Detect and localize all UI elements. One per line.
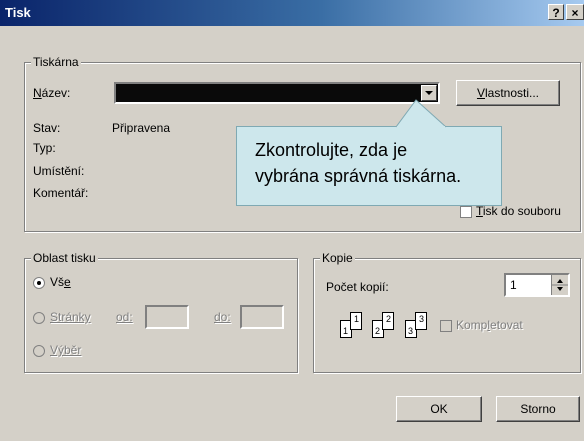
copies-count-label: Počet kopií: [326, 280, 389, 294]
spin-buttons[interactable] [551, 275, 568, 295]
window-title: Tisk [5, 5, 31, 20]
callout-pointer [396, 99, 447, 128]
printer-name-label: Název: [33, 86, 71, 100]
printer-name-dropdown[interactable] [114, 82, 440, 104]
spin-arrows-icon [552, 279, 568, 291]
help-button[interactable]: ? [548, 4, 564, 20]
all-pages-radio[interactable] [33, 277, 45, 289]
from-page-input[interactable] [145, 305, 189, 329]
to-label: do: [214, 310, 231, 324]
printer-group-label: Tiskárna [31, 55, 81, 69]
type-label: Typ: [33, 141, 56, 155]
print-to-file-checkbox[interactable] [460, 206, 472, 218]
status-label: Stav: [33, 121, 61, 135]
comment-label: Komentář: [33, 186, 89, 200]
ok-button[interactable]: OK [396, 396, 482, 422]
callout-line-2: vybrána správná tiskárna. [255, 166, 462, 186]
pages-radio[interactable] [33, 312, 45, 324]
from-label: od: [116, 310, 133, 324]
copies-count-value: 1 [510, 278, 517, 292]
collate-checkbox[interactable] [440, 320, 452, 332]
callout-line-1: Zkontrolujte, zda je [255, 140, 408, 160]
copies-count-stepper[interactable]: 1 [504, 273, 570, 297]
collate-label: Kompletovat [456, 318, 523, 332]
properties-button[interactable]: Vlastnosti... [456, 80, 560, 106]
print-to-file-label: Tisk do souboru [476, 204, 561, 218]
title-bar: Tisk ? × [0, 0, 584, 26]
status-value: Připravena [112, 121, 171, 135]
print-range-group-label: Oblast tisku [31, 251, 98, 265]
close-button[interactable]: × [566, 4, 584, 20]
print-dialog: Tisk ? × Tiskárna Název: Vlastnosti... S… [0, 0, 584, 441]
selection-radio[interactable] [33, 345, 45, 357]
to-page-input[interactable] [240, 305, 284, 329]
callout-tooltip: Zkontrolujte, zda je vybrána správná tis… [236, 126, 502, 206]
pages-label: Stránky [50, 310, 91, 324]
cancel-button[interactable]: Storno [496, 396, 580, 422]
callout-text: Zkontrolujte, zda je vybrána správná tis… [255, 137, 461, 189]
location-label: Umístění: [33, 164, 85, 178]
all-pages-label: Vše [50, 275, 71, 289]
copies-group-label: Kopie [320, 251, 355, 265]
selection-label: Výběr [50, 343, 82, 357]
